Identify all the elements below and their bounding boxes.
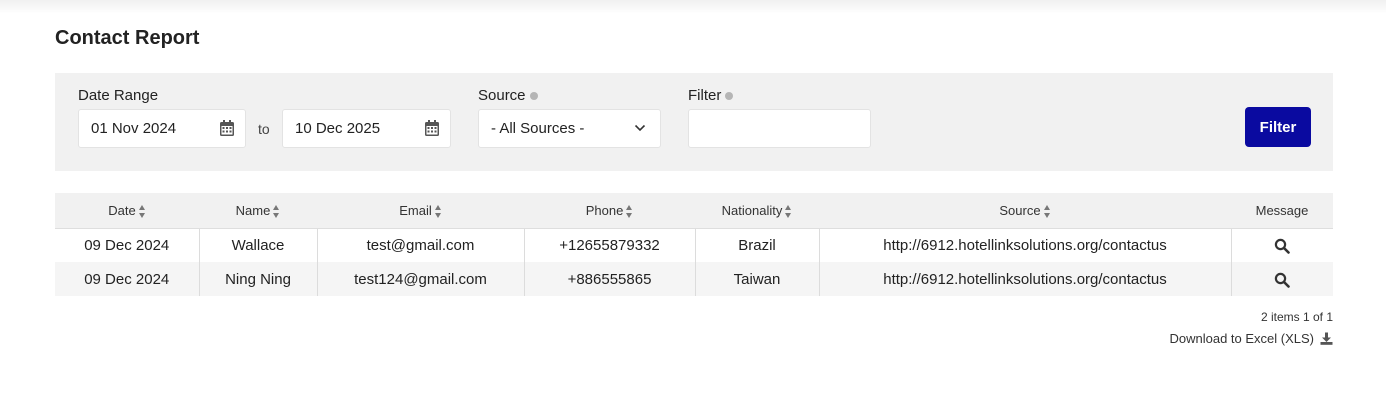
source-label: Source xyxy=(478,87,538,104)
page-title: Contact Report xyxy=(55,27,200,49)
sort-icon[interactable] xyxy=(273,204,280,218)
column-header-source[interactable]: Source xyxy=(819,193,1231,229)
sort-icon[interactable] xyxy=(138,204,146,218)
cell-message xyxy=(1230,262,1333,296)
table-row: 09 Dec 2024 Wallace test@gmail.com +1265… xyxy=(55,228,1333,262)
filter-panel: Date Range 01 Nov 2024 to 10 Dec 2025 So… xyxy=(55,73,1333,171)
column-header-message: Message xyxy=(1231,193,1333,229)
column-header-name-label: Name xyxy=(235,202,271,218)
filter-button[interactable]: Filter xyxy=(1245,107,1311,147)
column-header-source-label: Source xyxy=(999,202,1041,218)
date-to-field[interactable]: 10 Dec 2025 xyxy=(282,109,451,148)
filter-input[interactable] xyxy=(701,119,870,138)
filter-input-wrapper xyxy=(688,109,871,148)
date-range-label: Date Range xyxy=(78,87,158,104)
column-header-nationality[interactable]: Nationality xyxy=(695,193,819,229)
source-select-value: - All Sources - xyxy=(491,120,585,137)
search-icon[interactable] xyxy=(1274,238,1291,254)
column-header-phone-label: Phone xyxy=(585,202,624,218)
column-header-message-label: Message xyxy=(1255,202,1309,218)
date-to-value: 10 Dec 2025 xyxy=(295,120,381,137)
sort-icon[interactable] xyxy=(1043,204,1051,218)
table-row: 09 Dec 2024 Ning Ning test124@gmail.com … xyxy=(55,262,1333,296)
top-shadow xyxy=(0,0,1386,14)
column-header-email-label: Email xyxy=(399,202,432,218)
cell-email: test@gmail.com xyxy=(316,228,524,262)
filter-label: Filter xyxy=(688,87,734,104)
cell-nationality: Brazil xyxy=(694,228,819,262)
search-icon[interactable] xyxy=(1274,272,1291,288)
cell-name: Ning Ning xyxy=(198,262,317,296)
calendar-icon[interactable] xyxy=(220,120,234,136)
cell-date: 09 Dec 2024 xyxy=(84,270,170,288)
date-range-label-text: Date Range xyxy=(78,87,159,104)
column-header-date[interactable]: Date xyxy=(55,193,199,229)
cell-email: test124@gmail.com xyxy=(316,262,524,296)
cell-name: Wallace xyxy=(198,228,317,262)
date-from-field[interactable]: 01 Nov 2024 xyxy=(78,109,246,148)
source-label-text: Source xyxy=(478,87,526,104)
cell-phone: +12655879332 xyxy=(523,228,695,262)
column-header-email[interactable]: Email xyxy=(317,193,524,229)
cell-nationality: Taiwan xyxy=(694,262,819,296)
column-header-date-label: Date xyxy=(108,202,136,218)
to-label: to xyxy=(258,121,270,137)
chevron-down-icon xyxy=(634,124,646,132)
info-icon xyxy=(529,91,538,100)
cell-phone: +886555865 xyxy=(523,262,695,296)
table-header-row: Date Name Email Phone Nationality Source… xyxy=(55,193,1333,229)
cell-source: http://6912.hotellinksolutions.org/conta… xyxy=(818,262,1231,296)
column-header-nationality-label: Nationality xyxy=(721,202,783,218)
download-excel-label: Download to Excel (XLS) xyxy=(1169,331,1314,346)
pager-summary: 2 items 1 of 1 xyxy=(1260,310,1333,324)
sort-icon[interactable] xyxy=(434,204,442,218)
column-header-phone[interactable]: Phone xyxy=(524,193,695,229)
cell-source: http://6912.hotellinksolutions.org/conta… xyxy=(818,228,1231,262)
cell-message xyxy=(1230,228,1333,262)
download-excel-link[interactable]: Download to Excel (XLS) xyxy=(1169,331,1333,346)
column-header-name[interactable]: Name xyxy=(199,193,317,229)
info-icon xyxy=(725,91,734,100)
sort-icon[interactable] xyxy=(785,204,792,218)
download-icon xyxy=(1320,332,1333,345)
source-select[interactable]: - All Sources - xyxy=(478,109,661,148)
date-from-value: 01 Nov 2024 xyxy=(91,120,177,137)
contact-report-table: Date Name Email Phone Nationality Source… xyxy=(55,193,1333,296)
cell-date: 09 Dec 2024 xyxy=(84,236,170,254)
sort-icon[interactable] xyxy=(626,204,633,218)
calendar-icon[interactable] xyxy=(425,120,439,136)
filter-label-text: Filter xyxy=(688,87,722,104)
